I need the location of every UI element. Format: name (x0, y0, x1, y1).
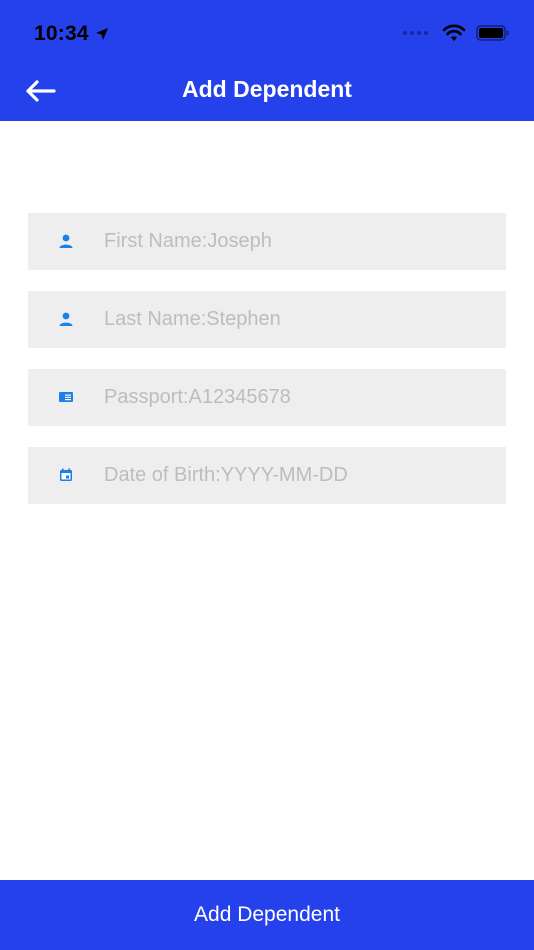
date-of-birth-field (28, 447, 506, 504)
dependent-form (28, 213, 506, 525)
app-header: 10:34 Add Dependent (0, 0, 534, 121)
passport-field (28, 369, 506, 426)
screen: 10:34 Add Dependent First Name:Joseph La… (0, 0, 534, 950)
wifi-icon (442, 24, 466, 41)
first-name-field (28, 213, 506, 270)
status-bar-time: 10:34 (34, 22, 109, 46)
last-name-field (28, 291, 506, 348)
passport-input[interactable] (104, 369, 494, 426)
last-name-input[interactable] (104, 291, 494, 348)
status-time-text: 10:34 (34, 22, 89, 45)
date-of-birth-input[interactable] (104, 447, 494, 504)
first-name-input[interactable] (104, 213, 494, 270)
add-dependent-button-label: Add Dependent (194, 903, 340, 926)
person-icon (58, 311, 74, 327)
passport-icon (58, 389, 74, 405)
page-title: Add Dependent (182, 76, 352, 102)
person-icon (58, 233, 74, 249)
status-bar-indicators (403, 24, 510, 42)
add-dependent-button[interactable]: Add Dependent (0, 880, 534, 950)
battery-icon (476, 25, 509, 41)
calendar-icon (58, 467, 74, 483)
cellular-signal-icon (403, 31, 428, 35)
location-arrow-icon (95, 28, 108, 40)
